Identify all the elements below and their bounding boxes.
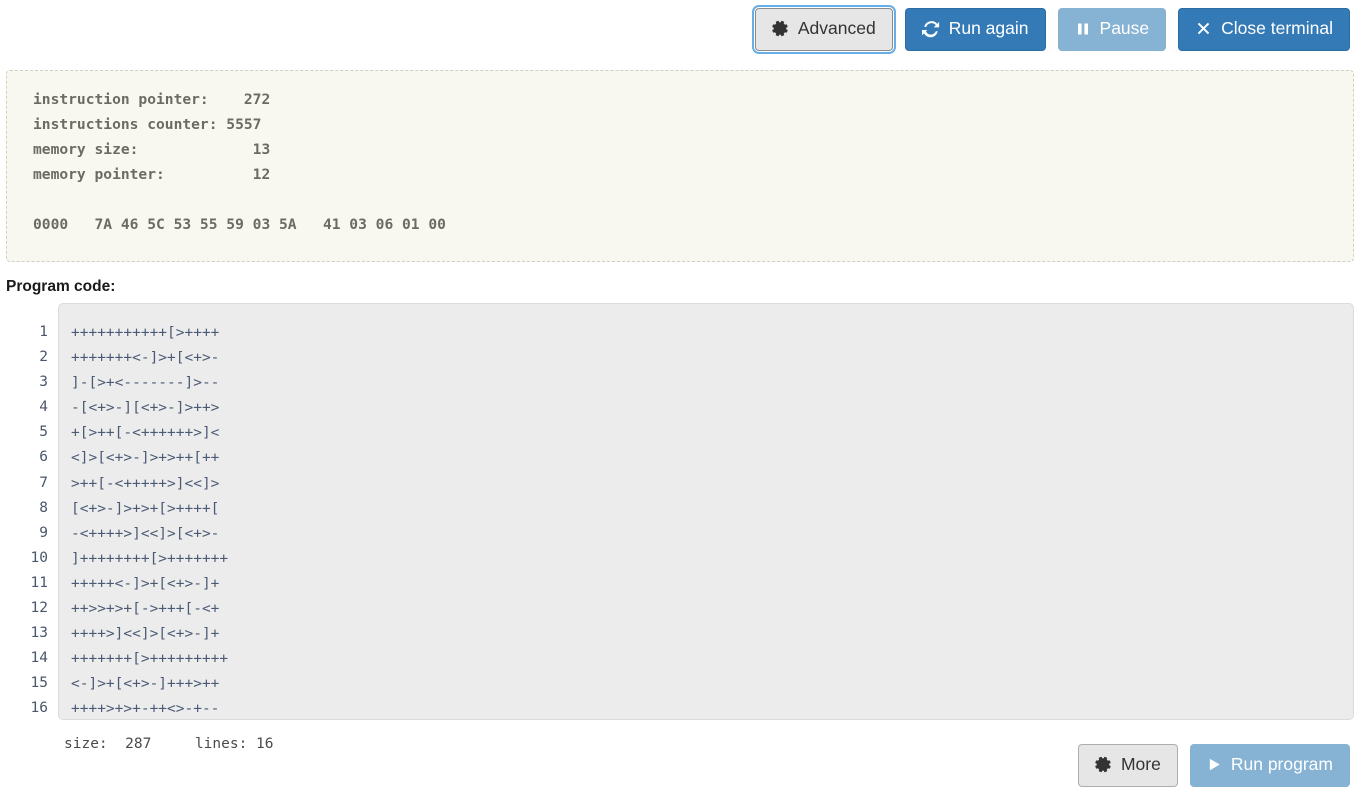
- line-number: 14: [30, 650, 48, 667]
- line-number-gutter: 1 2 3 4 5 6 7 8 9 10 11 12 13 14 15 16: [6, 303, 58, 720]
- code-text-area[interactable]: +++++++++++[>++++ +++++++<-]>+[<+>- ]-[>…: [58, 303, 1354, 720]
- code-line: ++++>]<<]>[<+>-]+: [71, 626, 220, 643]
- code-line: +++++++[>+++++++++: [71, 651, 229, 668]
- more-button-label: More: [1120, 754, 1161, 774]
- run-again-button[interactable]: Run again: [904, 8, 1046, 51]
- code-status-bar: size: 287 lines: 16: [64, 736, 274, 752]
- line-number: 5: [39, 424, 48, 441]
- line-number: 10: [30, 549, 48, 566]
- line-number: 12: [30, 600, 48, 617]
- code-line: <]>[<+>-]>+>++[++: [71, 450, 220, 467]
- line-number: 15: [30, 675, 48, 692]
- code-line: +++++++++++[>++++: [71, 325, 220, 341]
- advanced-button[interactable]: Advanced: [751, 5, 896, 54]
- close-x-icon: [1195, 20, 1212, 37]
- close-terminal-button-label: Close terminal: [1221, 18, 1333, 38]
- terminal-output-text: instruction pointer: 272 instructions co…: [33, 91, 446, 233]
- code-line: ]++++++++[>+++++++: [71, 550, 229, 567]
- pause-button-label: Pause: [1099, 18, 1150, 38]
- run-again-button-label: Run again: [948, 18, 1029, 39]
- line-number: 11: [30, 574, 48, 591]
- line-number: 2: [39, 349, 48, 366]
- code-line: +++++<-]>+[<+>-]+: [71, 575, 220, 592]
- line-number: 9: [39, 524, 48, 541]
- code-line: [<+>-]>+>+[>++++[: [71, 500, 220, 517]
- program-code-label: Program code:: [6, 278, 116, 295]
- code-line: ++>>+>+[->+++[-<+: [71, 601, 220, 618]
- line-number: 6: [39, 449, 48, 466]
- code-line: >++[-<+++++>]<<]>: [71, 475, 220, 492]
- gear-icon: [1095, 756, 1112, 773]
- code-editor[interactable]: 1 2 3 4 5 6 7 8 9 10 11 12 13 14 15 16 +…: [6, 303, 1354, 720]
- bottom-action-bar: More Run program: [1077, 744, 1350, 787]
- line-number: 4: [39, 399, 48, 416]
- code-line: -<++++>]<<]>[<+>-: [71, 525, 220, 542]
- pause-icon: [1075, 21, 1091, 37]
- pause-button[interactable]: Pause: [1057, 8, 1167, 51]
- code-line: <-]>+[<+>-]+++>++: [71, 676, 220, 693]
- terminal-output-panel: instruction pointer: 272 instructions co…: [6, 70, 1354, 262]
- bf-terminal-page: Advanced Run again Pause Close terminal …: [0, 0, 1360, 792]
- code-line: +[>++[-<++++++>]<: [71, 425, 220, 442]
- line-number: 16: [30, 700, 48, 717]
- run-program-button-label: Run program: [1230, 754, 1333, 774]
- close-terminal-button[interactable]: Close terminal: [1178, 8, 1350, 51]
- code-line: -[<+>-][<+>-]>++>: [71, 400, 220, 417]
- line-number: 1: [39, 324, 48, 340]
- gear-icon: [772, 20, 789, 37]
- line-number: 7: [39, 474, 48, 491]
- code-line: +++++++<-]>+[<+>-: [71, 350, 220, 367]
- refresh-icon: [921, 20, 940, 38]
- play-icon: [1207, 757, 1222, 772]
- advanced-button-label: Advanced: [797, 18, 876, 38]
- line-number: 8: [39, 499, 48, 516]
- code-line: ++++>+>+-++<>-+--: [71, 701, 220, 718]
- more-button[interactable]: More: [1077, 744, 1178, 787]
- line-number: 3: [39, 374, 48, 391]
- code-line: ]-[>+<-------]>--: [71, 375, 220, 392]
- line-number: 13: [30, 625, 48, 642]
- top-toolbar: Advanced Run again Pause Close terminal: [751, 5, 1350, 54]
- run-program-button[interactable]: Run program: [1189, 744, 1350, 787]
